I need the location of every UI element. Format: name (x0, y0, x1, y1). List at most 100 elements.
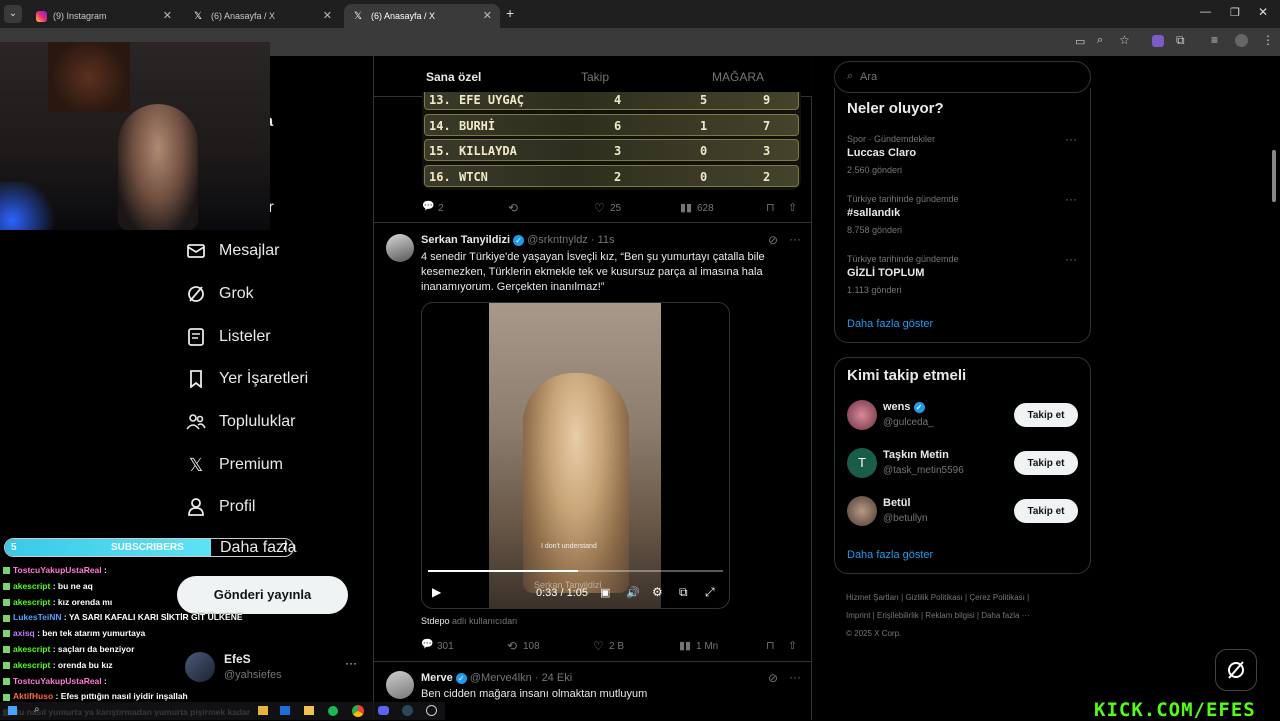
post-time[interactable]: · 24 Eki (535, 672, 572, 684)
account-more-icon[interactable]: ··· (345, 656, 357, 670)
nav-messages[interactable]: Mesajlar (185, 240, 279, 262)
post-avatar[interactable] (386, 234, 414, 262)
post-more-icon[interactable]: ··· (789, 670, 801, 684)
views-icon[interactable]: ▮▮ (679, 639, 691, 652)
views-icon[interactable]: ▮▮ (680, 201, 692, 214)
nav-lists[interactable]: Listeler (185, 326, 271, 348)
post-avatar[interactable] (386, 671, 414, 699)
share-icon[interactable]: ⇧ (788, 201, 797, 214)
grok-post-icon[interactable]: ⊘ (768, 233, 778, 247)
close-tab-icon[interactable]: ✕ (483, 9, 492, 22)
tab-for-you[interactable]: Sana özel (426, 70, 481, 84)
like-icon[interactable]: ♡ (594, 201, 605, 215)
close-tab-icon[interactable]: ✕ (163, 9, 172, 22)
chat-username[interactable]: akescript (13, 581, 50, 591)
close-tab-icon[interactable]: ✕ (323, 9, 332, 22)
trend-more-icon[interactable]: ··· (1065, 252, 1077, 266)
restore-icon[interactable]: ❐ (1230, 6, 1240, 19)
chat-username[interactable]: AktifHuso (13, 691, 53, 701)
follow-suggestion-name[interactable]: Taşkın Metin (883, 449, 949, 461)
footer-link[interactable]: Daha fazla ··· (981, 611, 1029, 620)
file-explorer-icon[interactable] (258, 706, 268, 715)
reply-icon[interactable]: 💬 (422, 201, 434, 212)
obs-icon[interactable] (426, 705, 437, 716)
steam-icon[interactable] (402, 705, 413, 716)
follow-button[interactable]: Takip et (1014, 403, 1078, 427)
post-author-name[interactable]: Merve (421, 672, 453, 684)
follow-suggestion-name[interactable]: Betül (883, 497, 911, 509)
folder-icon[interactable] (304, 706, 314, 715)
cast-icon[interactable]: ▭ (1075, 35, 1085, 48)
chat-username[interactable]: akescript (13, 660, 50, 670)
chat-username[interactable]: LukesTeiNN (13, 612, 62, 622)
tab-magara[interactable]: MAĞARA (712, 70, 764, 84)
trends-show-more[interactable]: Daha fazla göster (847, 318, 933, 330)
repost-icon[interactable]: ⟲ (508, 201, 518, 215)
post-time[interactable]: · 11s (591, 234, 615, 246)
source-name[interactable]: Stdepo (421, 616, 450, 626)
trend-name[interactable]: Luccas Claro (847, 147, 916, 159)
bookmark-action-icon[interactable]: ⊓ (766, 639, 775, 652)
spotify-icon[interactable] (328, 706, 338, 716)
reply-icon[interactable]: 💬 (421, 639, 433, 650)
avatar[interactable] (847, 400, 877, 430)
nav-grok[interactable]: Grok (185, 283, 254, 305)
post-more-icon[interactable]: ··· (789, 232, 801, 246)
play-icon[interactable]: ▶ (432, 585, 441, 599)
nav-profile[interactable]: Profil (185, 496, 255, 518)
start-icon[interactable] (8, 706, 17, 715)
who-to-follow-show-more[interactable]: Daha fazla göster (847, 549, 933, 561)
chat-username[interactable]: akescript (13, 597, 50, 607)
new-tab-button[interactable]: + (506, 5, 514, 21)
footer-link[interactable]: Çerez Politikası (969, 593, 1025, 602)
browser-tab-x-2[interactable]: 𝕏 (6) Anasayfa / X ✕ (344, 4, 500, 28)
search-input[interactable]: Ara (860, 71, 877, 83)
chat-username[interactable]: TostcuYakupUstaReal (13, 676, 102, 686)
follow-button[interactable]: Takip et (1014, 451, 1078, 475)
trend-name[interactable]: #sallandık (847, 207, 900, 219)
fullscreen-icon[interactable]: ⤢ (705, 585, 715, 600)
video-progress-track[interactable] (428, 570, 723, 572)
bookmark-action-icon[interactable]: ⊓ (766, 201, 775, 214)
browser-tab-instagram[interactable]: (9) Instagram ✕ (26, 4, 180, 28)
leaderboard-image[interactable]: 13. EFE UYGAÇ 4 5 9 14. BURHİ 6 1 7 15. KILLAYDA 3 0 3… (422, 92, 801, 190)
trend-more-icon[interactable]: ··· (1065, 132, 1077, 146)
profile-avatar[interactable] (1235, 34, 1248, 47)
avatar[interactable]: T (847, 448, 877, 478)
browser-tab-x-1[interactable]: 𝕏 (6) Anasayfa / X ✕ (184, 4, 340, 28)
account-switcher[interactable]: EfeS @yahsiefes ··· (185, 648, 365, 688)
footer-link[interactable]: Gizlilik Politikası (905, 593, 962, 602)
media-icon[interactable]: ≡ (1211, 33, 1218, 47)
trend-name[interactable]: GİZLİ TOPLUM (847, 267, 924, 279)
chat-username[interactable]: TostcuYakupUstaReal (13, 565, 102, 575)
footer-link[interactable]: Reklam bilgisi (925, 611, 974, 620)
chat-username[interactable]: axisq (13, 628, 35, 638)
outlook-icon[interactable] (280, 706, 290, 715)
chat-username[interactable]: akescript (13, 644, 50, 654)
settings-icon[interactable]: ⚙ (652, 585, 663, 599)
tab-search-icon[interactable]: ⌄ (4, 5, 22, 23)
taskbar-search-icon[interactable]: ⌕ (34, 704, 40, 715)
video-player[interactable]: Serkan Tanyildizi I don't understand ▶ 0… (421, 302, 730, 609)
footer-link[interactable]: Imprint (846, 611, 870, 620)
trend-more-icon[interactable]: ··· (1065, 192, 1077, 206)
menu-icon[interactable]: ⋮ (1262, 33, 1274, 47)
extension-icon[interactable] (1152, 35, 1164, 47)
captions-icon[interactable]: ▣ (600, 586, 610, 599)
follow-button[interactable]: Takip et (1014, 499, 1078, 523)
post-button[interactable]: Gönderi yayınla (177, 576, 348, 614)
post-author-name[interactable]: Serkan Tanyildizi (421, 234, 510, 246)
discord-icon[interactable] (378, 706, 389, 715)
puzzle-icon[interactable]: ⧉ (1176, 33, 1185, 48)
footer-link[interactable]: Hizmet Şartları (846, 593, 899, 602)
share-icon[interactable]: ⇧ (788, 639, 797, 652)
grok-float-button[interactable] (1215, 649, 1257, 691)
nav-premium[interactable]: 𝕏 Premium (185, 454, 283, 476)
post-author-handle[interactable]: @srkntnyldz (527, 234, 588, 246)
nav-bookmarks[interactable]: Yer İşaretleri (185, 368, 308, 390)
avatar[interactable] (847, 496, 877, 526)
volume-icon[interactable]: 🔊 (626, 586, 640, 599)
star-icon[interactable]: ☆ (1119, 33, 1130, 47)
chrome-icon[interactable] (352, 705, 364, 717)
follow-suggestion-name[interactable]: wens ✓ (883, 401, 925, 413)
